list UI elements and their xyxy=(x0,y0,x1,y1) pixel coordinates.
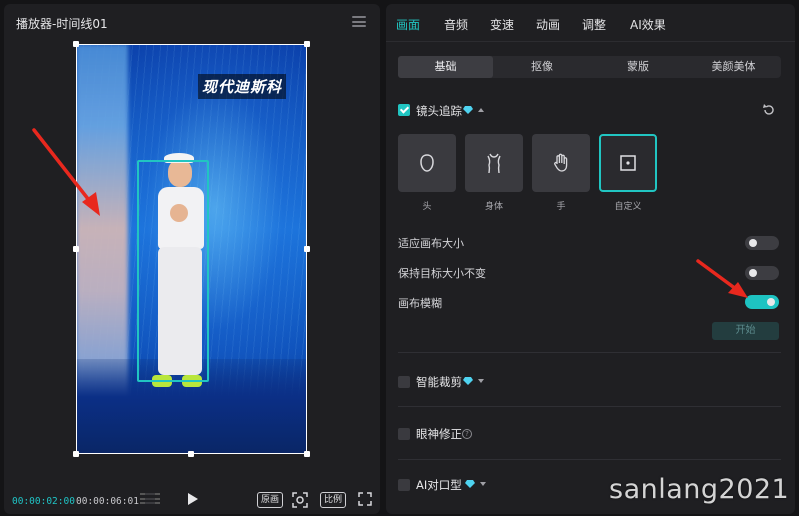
red-arrow-annotation-2 xyxy=(696,259,748,298)
total-time: 00:00:06:01 xyxy=(76,496,139,507)
ratio-button[interactable]: 比例 xyxy=(320,492,347,508)
premium-gem-icon xyxy=(463,106,473,114)
video-preview[interactable]: 现代迪斯科 xyxy=(76,44,307,454)
mode-label-head: 头 xyxy=(422,202,432,212)
mode-label-hand: 手 xyxy=(556,202,566,212)
track-mode-body[interactable] xyxy=(465,134,523,192)
expand-caret-icon[interactable] xyxy=(478,379,484,383)
resize-handle-mr[interactable] xyxy=(304,246,310,252)
tracking-box[interactable] xyxy=(137,160,209,382)
resize-handle-tl[interactable] xyxy=(73,41,79,47)
expand-caret-icon[interactable] xyxy=(480,482,486,486)
premium-gem-icon xyxy=(465,480,475,488)
collapse-caret-icon[interactable] xyxy=(478,108,484,112)
original-quality-button[interactable]: 原画 xyxy=(257,492,284,508)
ai-lip-sync-label: AI对口型 xyxy=(416,478,462,492)
focus-icon[interactable] xyxy=(291,491,309,509)
track-mode-hand[interactable] xyxy=(532,134,590,192)
divider xyxy=(398,406,781,407)
video-caption: 现代迪斯科 xyxy=(198,74,287,99)
properties-panel: 画面 音频 变速 动画 调整 AI效果 基础 抠像 蒙版 美颜美体 镜头追踪 头… xyxy=(386,4,795,514)
resize-handle-bl[interactable] xyxy=(73,451,79,457)
tab-picture[interactable]: 画面 xyxy=(396,16,420,33)
body-icon xyxy=(487,153,501,174)
subtab-beauty[interactable]: 美颜美体 xyxy=(686,56,781,78)
track-mode-head[interactable] xyxy=(398,134,456,192)
premium-gem-icon xyxy=(463,377,473,385)
divider xyxy=(398,459,781,460)
play-icon[interactable] xyxy=(188,493,198,505)
timeline-grid-icon[interactable] xyxy=(140,493,160,508)
player-menu-icon[interactable] xyxy=(352,16,366,27)
canvas-blur-toggle[interactable] xyxy=(745,295,779,309)
help-icon[interactable]: ? xyxy=(462,429,472,439)
player-panel: 播放器-时间线01 现代迪斯科 00:00:02:00 00:00:06:01 … xyxy=(4,4,380,514)
hand-icon xyxy=(554,153,568,172)
camera-tracking-label: 镜头追踪 xyxy=(416,104,462,118)
tab-animation[interactable]: 动画 xyxy=(536,16,560,33)
subtab-mask[interactable]: 蒙版 xyxy=(590,56,686,78)
camera-tracking-checkbox[interactable] xyxy=(398,104,410,116)
subtab-basic[interactable]: 基础 xyxy=(398,56,493,78)
mode-label-custom: 自定义 xyxy=(614,202,642,212)
eye-correction-checkbox[interactable] xyxy=(398,428,410,440)
tab-ai-effects[interactable]: AI效果 xyxy=(630,16,666,33)
current-time: 00:00:02:00 xyxy=(12,496,75,507)
resize-handle-ml[interactable] xyxy=(73,246,79,252)
tab-adjust[interactable]: 调整 xyxy=(582,16,606,33)
eye-correction-label: 眼神修正 xyxy=(416,427,462,441)
ai-lip-sync-checkbox[interactable] xyxy=(398,479,410,491)
fit-canvas-label: 适应画布大小 xyxy=(398,237,464,250)
tab-audio[interactable]: 音频 xyxy=(444,16,468,33)
resize-handle-bm[interactable] xyxy=(188,451,194,457)
resize-handle-br[interactable] xyxy=(304,451,310,457)
main-tabs: 画面 音频 变速 动画 调整 AI效果 xyxy=(386,4,795,42)
player-title: 播放器-时间线01 xyxy=(16,17,108,31)
start-button[interactable]: 开始 xyxy=(712,322,779,340)
tab-speed[interactable]: 变速 xyxy=(490,16,514,33)
divider xyxy=(398,352,781,353)
keep-size-label: 保持目标大小不变 xyxy=(398,267,486,280)
sub-tabs: 基础 抠像 蒙版 美颜美体 xyxy=(398,56,781,78)
fullscreen-icon[interactable] xyxy=(358,492,372,506)
smart-crop-checkbox[interactable] xyxy=(398,376,410,388)
fit-canvas-toggle[interactable] xyxy=(745,236,779,250)
smart-crop-label: 智能裁剪 xyxy=(416,375,462,389)
keep-size-toggle[interactable] xyxy=(745,266,779,280)
mode-label-body: 身体 xyxy=(484,202,503,212)
watermark: sanlang2021 xyxy=(609,474,790,505)
player-controls: 00:00:02:00 00:00:06:01 原画 比例 xyxy=(4,490,380,514)
reset-icon[interactable] xyxy=(762,103,776,117)
custom-icon xyxy=(620,155,636,171)
head-icon xyxy=(420,154,434,172)
subtab-cutout[interactable]: 抠像 xyxy=(494,56,590,78)
track-mode-custom[interactable] xyxy=(599,134,657,192)
canvas-blur-label: 画布模糊 xyxy=(398,297,442,310)
resize-handle-tr[interactable] xyxy=(304,41,310,47)
